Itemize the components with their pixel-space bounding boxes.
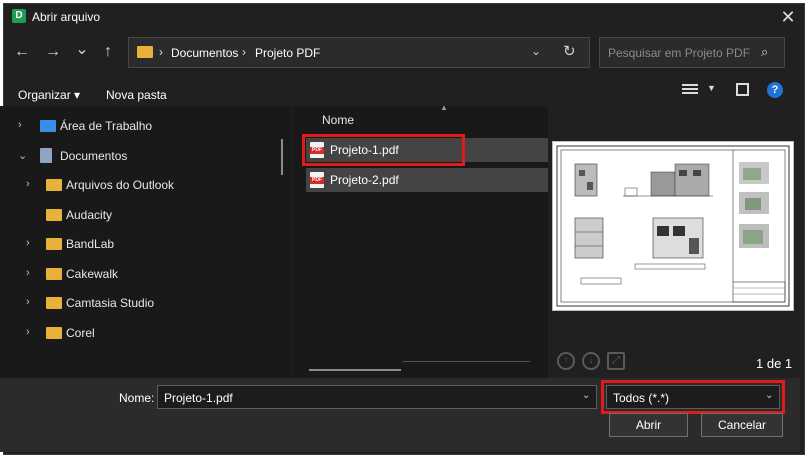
chevron-right-icon[interactable]: › — [18, 119, 22, 131]
back-icon[interactable]: ← — [10, 40, 34, 64]
nav-item-cakewalk[interactable]: › Cakewalk — [0, 262, 280, 286]
help-icon[interactable]: ? — [767, 82, 783, 98]
nav-item-audacity[interactable]: Audacity — [0, 203, 280, 227]
previous-page-icon[interactable]: ↑ — [557, 352, 575, 370]
breadcrumb-separator: › — [159, 45, 163, 59]
nav-item-arquivos-do-outlook[interactable]: › Arquivos do Outlook — [0, 173, 280, 197]
chevron-right-icon[interactable]: › — [26, 237, 30, 249]
chevron-down-icon[interactable]: ⌄ — [18, 149, 27, 162]
cancel-button[interactable]: Cancelar — [701, 413, 783, 437]
nav-item-label: Documentos — [60, 148, 128, 163]
close-icon[interactable]: ✕ — [776, 6, 800, 28]
desktop-icon — [40, 120, 56, 132]
folder-icon — [46, 179, 62, 191]
folder-icon — [46, 238, 62, 250]
recent-locations-icon[interactable]: ⌄ — [70, 38, 94, 62]
nav-item-label: Audacity — [66, 207, 113, 222]
chevron-right-icon[interactable]: › — [26, 296, 30, 308]
file-name-input[interactable]: Projeto-1.pdf ⌄ — [157, 385, 597, 409]
pdf-file-icon: PDF — [310, 172, 324, 188]
breadcrumb-documentos[interactable]: Documentos — [171, 46, 238, 60]
file-name-label: Nome: — [119, 391, 155, 405]
address-bar[interactable]: › Documentos › Projeto PDF ⌄ ↻ — [128, 37, 590, 68]
breadcrumb-projeto-pdf[interactable]: Projeto PDF — [255, 46, 320, 60]
file-name: Projeto-2.pdf — [330, 173, 399, 187]
navigation-scrollbar[interactable] — [281, 139, 283, 175]
nav-item--rea-de-trabalho[interactable]: › Área de Trabalho — [0, 114, 280, 138]
folder-icon — [46, 297, 62, 309]
fit-page-icon[interactable]: ⤢ — [607, 352, 625, 370]
sort-ascending-icon: ▲ — [440, 103, 448, 112]
forward-icon[interactable]: → — [41, 40, 65, 64]
list-divider — [403, 361, 530, 362]
chevron-down-icon[interactable]: ▼ — [707, 83, 716, 93]
nav-item-corel[interactable]: › Corel — [0, 321, 280, 345]
new-folder-button[interactable]: Nova pasta — [106, 88, 167, 102]
file-item-projeto-2[interactable]: PDF Projeto-2.pdf — [306, 168, 548, 192]
up-icon[interactable]: ↑ — [96, 40, 120, 64]
chevron-right-icon[interactable]: › — [26, 267, 30, 279]
folder-icon — [46, 326, 62, 339]
nav-item-bandlab[interactable]: › BandLab — [0, 232, 280, 256]
chevron-down-icon[interactable]: ⌄ — [531, 44, 541, 58]
nav-item-label: Camtasia Studio — [66, 296, 155, 310]
nav-item-label: Corel — [66, 325, 95, 340]
file-list-scrollbar[interactable] — [309, 369, 401, 371]
folder-icon — [46, 208, 62, 221]
folder-icon — [137, 46, 153, 58]
title-bar: D Abrir arquivo ✕ — [4, 4, 804, 30]
organize-button[interactable]: Organizar ▾ — [18, 88, 80, 102]
pdf-preview — [552, 141, 794, 311]
documents-icon — [40, 147, 52, 163]
nav-item-label: Cakewalk — [66, 266, 119, 281]
folder-icon — [46, 267, 62, 280]
page-counter: 1 de 1 — [756, 356, 793, 371]
view-options-icon[interactable] — [682, 84, 698, 96]
nav-item-label: Arquivos do Outlook — [66, 178, 175, 192]
nav-item-camtasia-studio[interactable]: › Camtasia Studio — [0, 291, 280, 315]
search-icon[interactable]: ⌕ — [761, 44, 768, 60]
breadcrumb-separator: › — [242, 45, 246, 59]
chevron-right-icon[interactable]: › — [26, 326, 30, 338]
nav-item-label: BandLab — [66, 237, 115, 251]
app-icon: D — [12, 9, 26, 23]
nav-item-documentos[interactable]: ⌄ Documentos — [0, 144, 280, 168]
search-input[interactable]: Pesquisar em Projeto PDF ⌕ — [599, 37, 785, 68]
chevron-down-icon[interactable]: ⌄ — [582, 390, 590, 401]
file-name-value: Projeto-1.pdf — [164, 391, 233, 405]
highlight-box-filter — [601, 380, 785, 414]
window-title: Abrir arquivo — [32, 10, 101, 24]
search-placeholder: Pesquisar em Projeto PDF — [608, 46, 751, 60]
highlight-box-file — [302, 134, 465, 166]
next-page-icon[interactable]: ↓ — [582, 352, 600, 370]
architectural-drawing-preview — [556, 145, 790, 307]
refresh-icon[interactable]: ↻ — [563, 42, 576, 60]
open-button[interactable]: Abrir — [609, 413, 688, 437]
column-header-name[interactable]: Nome — [322, 113, 354, 127]
nav-item-label: Área de Trabalho — [60, 119, 153, 133]
preview-pane-icon[interactable] — [736, 83, 749, 96]
chevron-right-icon[interactable]: › — [26, 178, 30, 190]
